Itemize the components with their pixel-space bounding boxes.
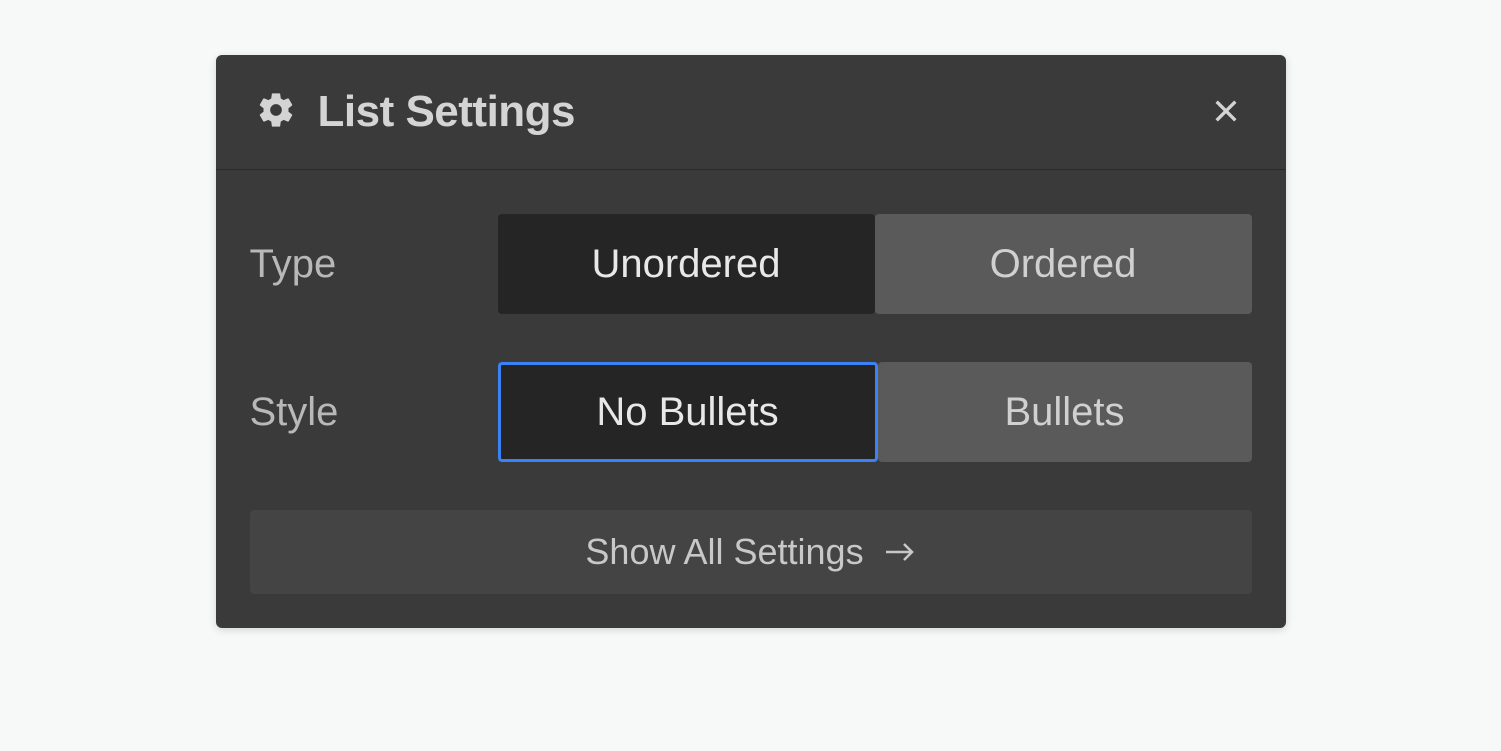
type-option-ordered[interactable]: Ordered [875, 214, 1252, 314]
list-settings-panel: List Settings Type Unordered Ordered Sty… [216, 55, 1286, 628]
type-label: Type [250, 242, 498, 287]
type-option-unordered[interactable]: Unordered [498, 214, 875, 314]
close-icon [1210, 95, 1242, 130]
show-all-settings-button[interactable]: Show All Settings [250, 510, 1252, 594]
style-option-bullets[interactable]: Bullets [878, 362, 1252, 462]
panel-header: List Settings [216, 55, 1286, 170]
type-toggle-group: Unordered Ordered [498, 214, 1252, 314]
style-toggle-group: No Bullets Bullets [498, 362, 1252, 462]
type-setting-row: Type Unordered Ordered [250, 214, 1252, 314]
arrow-right-icon [884, 531, 916, 573]
gear-icon [256, 90, 296, 135]
panel-title: List Settings [318, 87, 576, 137]
header-title-group: List Settings [256, 87, 576, 137]
style-setting-row: Style No Bullets Bullets [250, 362, 1252, 462]
close-button[interactable] [1206, 92, 1246, 132]
style-option-no-bullets[interactable]: No Bullets [498, 362, 878, 462]
panel-body: Type Unordered Ordered Style No Bullets … [216, 170, 1286, 628]
style-label: Style [250, 390, 498, 435]
show-all-label: Show All Settings [585, 531, 863, 573]
